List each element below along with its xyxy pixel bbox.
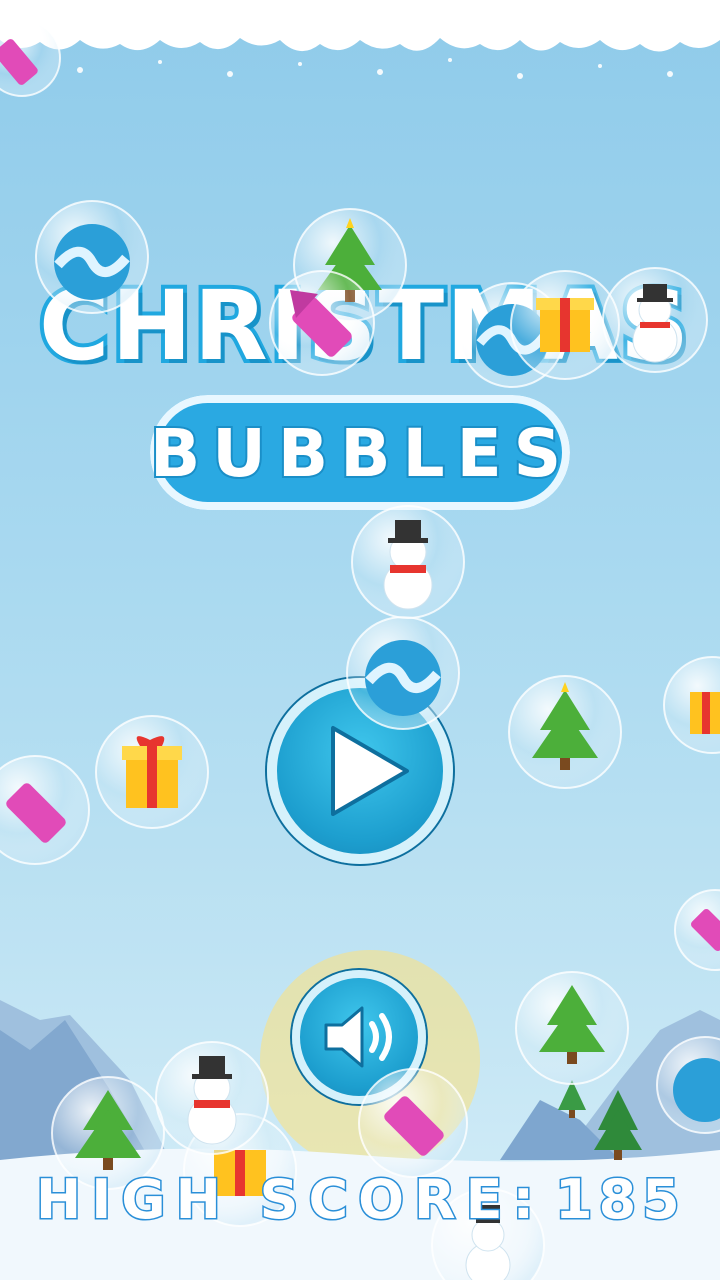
high-score-value: 185 [554, 1167, 686, 1233]
game-screen: CHRISTMAS BUBBLES HIGH SCORE: 185 [0, 0, 720, 1280]
title-line-christmas: CHRISTMAS [35, 266, 693, 386]
play-button[interactable] [267, 678, 453, 864]
title-badge-bubbles: BUBBLES [148, 395, 574, 510]
high-score-display: HIGH SCORE: 185 [0, 1167, 720, 1238]
game-title-logo: CHRISTMAS BUBBLES [0, 250, 720, 550]
snow-cap [0, 0, 720, 79]
high-score-label: HIGH SCORE: [34, 1167, 545, 1233]
sound-toggle-button[interactable] [292, 970, 426, 1104]
play-triangle-icon [331, 726, 409, 816]
title-line-bubbles: BUBBLES [148, 413, 574, 494]
speaker-sound-icon [324, 1006, 392, 1068]
